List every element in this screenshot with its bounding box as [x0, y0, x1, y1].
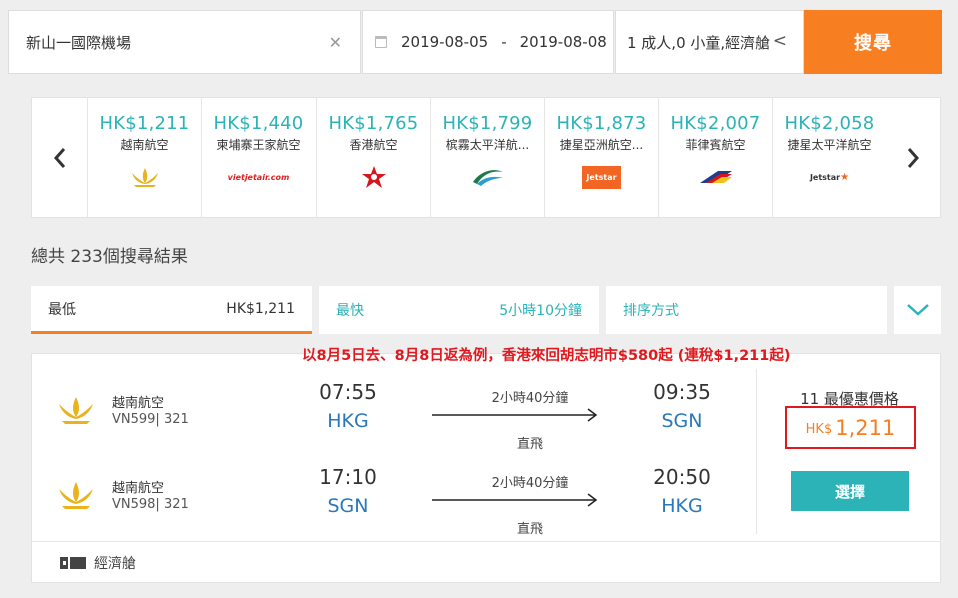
flight-duration: 2小時40分鐘 — [491, 391, 569, 406]
departure-time: 17:10 — [319, 465, 377, 489]
select-button[interactable]: 選擇 — [791, 471, 909, 511]
carousel-price: HK$1,873 — [556, 113, 647, 134]
arrival-airport: HKG — [661, 495, 703, 517]
carousel-airline-name: 香港航空 — [349, 138, 398, 152]
arrival-time: 20:50 — [653, 465, 711, 489]
carousel-item-jetstar-asia[interactable]: HK$1,873 捷星亞洲航空... Jetstar — [544, 98, 658, 217]
flight-result-card: 越南航空 VN599| 321 07:55 HKG 2小時40分鐘 直飛 09:… — [31, 353, 941, 583]
lotus-logo-icon — [88, 165, 201, 189]
tab-value: 5小時10分鐘 — [499, 303, 582, 319]
tab-label: 排序方式 — [623, 303, 679, 319]
carousel-price: HK$2,007 — [670, 113, 761, 134]
carousel-item-philippine-airlines[interactable]: HK$2,007 菲律賓航空 — [658, 98, 772, 217]
chevron-left-icon — [53, 147, 65, 168]
chevron-right-icon — [907, 147, 919, 168]
cabin-class: 經濟艙 — [94, 555, 136, 572]
hk-airlines-logo-icon — [317, 165, 430, 189]
flight-duration: 2小時40分鐘 — [491, 476, 569, 491]
depart-date: 2019-08-05 — [401, 33, 489, 51]
price-amount: 1,211 — [835, 415, 896, 440]
ticket-icon — [60, 556, 86, 569]
search-bar: 新山一國際機場 ✕ 2019-08-05 - 2019-08-08 1 成人,0… — [0, 0, 958, 84]
clear-icon[interactable]: ✕ — [329, 33, 342, 52]
carousel-item-jetstar-pacific[interactable]: HK$2,058 捷星太平洋航空 Jetstar ★ — [772, 98, 886, 217]
tab-sort-order[interactable]: 排序方式 — [606, 286, 887, 334]
chevron-down-icon — [906, 304, 929, 316]
calendar-icon — [375, 36, 387, 48]
price-panel: 11 最優惠價格 HK$ 1,211 選擇 — [756, 369, 941, 534]
arrival-time: 09:35 — [653, 380, 711, 404]
jetstar-logo-icon: Jetstar — [545, 165, 658, 189]
origin-value: 新山一國際機場 — [26, 33, 132, 52]
carousel-airline-name: 捷星太平洋航空 — [787, 138, 872, 152]
lotus-logo-icon — [59, 397, 93, 424]
lotus-logo-icon — [59, 482, 93, 509]
carousel-price: HK$1,799 — [442, 113, 533, 134]
origin-input[interactable]: 新山一國際機場 ✕ — [8, 10, 361, 74]
arrival-airport: SGN — [661, 410, 703, 432]
chevron-left-icon: < — [772, 31, 787, 51]
date-range-field[interactable]: 2019-08-05 - 2019-08-08 — [362, 10, 614, 74]
carousel-item-hong-kong-airlines[interactable]: HK$1,765 香港航空 — [316, 98, 430, 217]
tab-label: 最低 — [48, 301, 76, 318]
philippine-airlines-logo-icon — [659, 165, 772, 189]
tab-sort-cheapest[interactable]: 最低 HK$1,211 — [31, 286, 312, 334]
vietjet-logo-icon: vietjetair.com — [227, 172, 290, 182]
stops-label: 直飛 — [516, 437, 543, 452]
flight-code: VN598| 321 — [112, 497, 189, 512]
tab-value: HK$1,211 — [226, 300, 295, 317]
jetstar-logo-icon: Jetstar ★ — [809, 171, 850, 183]
carousel-price: HK$2,058 — [784, 113, 875, 134]
result-count: 總共 233個搜尋結果 — [31, 247, 188, 267]
passenger-value: 1 成人,0 小童,經濟艙 — [627, 33, 771, 52]
departure-airport: HKG — [327, 410, 369, 432]
carousel-prev-button[interactable] — [32, 98, 87, 217]
departure-time: 07:55 — [319, 380, 377, 404]
carousel-next-button[interactable] — [885, 98, 940, 217]
arrow-right-icon — [432, 493, 598, 507]
airline-carousel: HK$1,211 越南航空 HK$1,440 柬埔寨王家航空 vietjetai… — [31, 97, 941, 218]
arrow-right-icon — [432, 408, 598, 422]
carousel-price: HK$1,765 — [328, 113, 419, 134]
date-separator: - — [501, 33, 507, 51]
carousel-item-vietnam-airlines[interactable]: HK$1,211 越南航空 — [87, 98, 201, 217]
swirl-logo-icon — [431, 165, 544, 189]
carousel-item-pacific-airline[interactable]: HK$1,799 槟霧太平洋航... — [430, 98, 544, 217]
carousel-airline-name: 捷星亞洲航空... — [559, 138, 644, 152]
price-currency: HK$ — [805, 422, 833, 437]
airline-name: 越南航空 — [112, 481, 165, 496]
passenger-selector[interactable]: 1 成人,0 小童,經濟艙 < — [615, 10, 804, 74]
flight-code: VN599| 321 — [112, 412, 189, 427]
flight-leg-outbound: 越南航空 VN599| 321 07:55 HKG 2小時40分鐘 直飛 09:… — [32, 376, 756, 456]
search-button[interactable]: 搜尋 — [804, 10, 942, 74]
airline-name: 越南航空 — [112, 396, 165, 411]
sort-expand-button[interactable] — [894, 286, 941, 334]
carousel-price: HK$1,440 — [213, 113, 304, 134]
return-date: 2019-08-08 — [519, 33, 607, 51]
cabin-footer: 經濟艙 — [32, 541, 940, 583]
carousel-item-cambodia-angkor[interactable]: HK$1,440 柬埔寨王家航空 vietjetair.com — [201, 98, 315, 217]
carousel-airline-name: 菲律賓航空 — [685, 138, 746, 152]
flight-leg-return: 越南航空 VN598| 321 17:10 SGN 2小時40分鐘 直飛 20:… — [32, 461, 756, 541]
carousel-airline-name: 柬埔寨王家航空 — [216, 138, 301, 152]
stops-label: 直飛 — [516, 522, 543, 537]
carousel-airline-name: 槟霧太平洋航... — [445, 138, 530, 152]
carousel-airline-name: 越南航空 — [120, 138, 169, 152]
carousel-price: HK$1,211 — [99, 113, 190, 134]
promo-annotation: 以8月5日去、8月8日返為例，香港來回胡志明市$580起 (連稅$1,211起) — [302, 348, 791, 364]
best-price-box: HK$ 1,211 — [785, 406, 916, 449]
tab-sort-fastest[interactable]: 最快 5小時10分鐘 — [319, 286, 599, 334]
departure-airport: SGN — [327, 495, 369, 517]
tab-label: 最快 — [336, 303, 364, 319]
